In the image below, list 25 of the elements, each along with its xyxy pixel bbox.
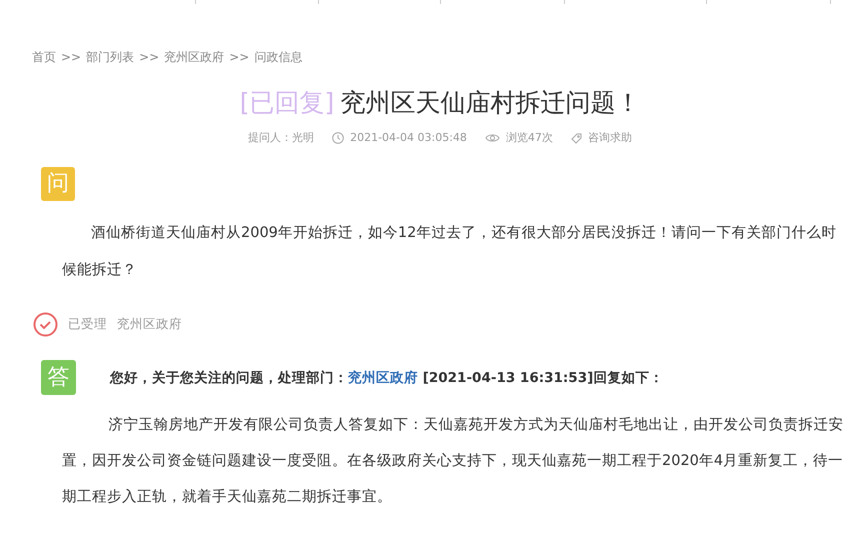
tag-icon (570, 132, 582, 144)
breadcrumb-link[interactable]: 部门列表 (86, 48, 134, 66)
question-badge: 问 (41, 166, 75, 200)
check-circle-icon (33, 312, 58, 336)
department-link[interactable]: 兖州区政府 (348, 370, 418, 386)
answer-badge: 答 (41, 360, 76, 394)
breadcrumb-link[interactable]: 问政信息 (254, 48, 302, 66)
view-count: 浏览47次 (506, 130, 553, 146)
breadcrumb-separator: >> (61, 49, 82, 66)
category-label: 咨询求助 (588, 130, 632, 146)
breadcrumb-separator: >> (139, 49, 160, 66)
department-label: 兖州区政府 (117, 314, 182, 333)
breadcrumb-link[interactable]: 首页 (32, 48, 56, 66)
answer-text: 济宁玉翰房地产开发有限公司负责人答复如下：天仙嘉苑开发方式为天仙庙村毛地出让，由开发公司负责拆迁安置，因开发公司资金链问题建设一度受阻。在各级政府关心支持下，现天仙嘉苑一期工程于2020年4月重新复工，待一期工程步入正轨，就着手天仙嘉苑二期拆迁事宜。 (61, 416, 844, 506)
page-title: 兖州区天仙庙村拆迁问题！ (340, 87, 640, 119)
breadcrumb-link[interactable]: 兖州区政府 (164, 48, 224, 66)
eye-icon (484, 133, 500, 144)
answer-header: 您好，关于您关注的问题，处理部门：兖州区政府 [2021-04-13 16:31:53]回复如下： (110, 368, 664, 388)
breadcrumb-separator: >> (229, 49, 250, 66)
question-text: 酒仙桥街道天仙庙村从2009年开始拆迁，如今12年过去了，还有很大部分居民没拆迁！请问一下有关部门什么时候能拆迁？ (61, 224, 838, 280)
clock-icon (332, 132, 344, 144)
asker-label: 提问人：光明 (248, 130, 314, 146)
post-time: 2021-04-04 03:05:48 (350, 130, 467, 146)
reply-status: [已回复] (240, 87, 334, 119)
status-label: 已受理 (68, 314, 107, 333)
